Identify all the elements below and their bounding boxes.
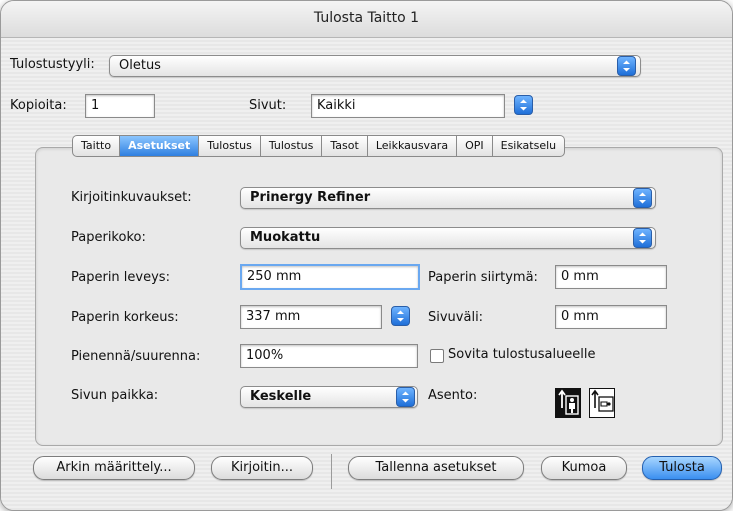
tab-output-2[interactable]: Tulostus bbox=[260, 135, 323, 157]
tab-output[interactable]: Tulostus bbox=[199, 135, 261, 157]
print-button[interactable]: Tulosta bbox=[642, 456, 722, 480]
chevron-updown-icon bbox=[633, 228, 652, 248]
paper-width-value: 250 mm bbox=[247, 269, 302, 284]
orientation-label: Asento: bbox=[428, 388, 478, 403]
paper-width-label: Paperin leveys: bbox=[71, 270, 170, 285]
chevron-updown-icon bbox=[396, 387, 415, 407]
page-gap-value: 0 mm bbox=[561, 309, 599, 324]
print-dialog: Tulosta Taitto 1 Tulostustyyli: Oletus K… bbox=[0, 0, 733, 511]
save-settings-button[interactable]: Tallenna asetukset bbox=[348, 456, 524, 480]
title-bar: Tulosta Taitto 1 bbox=[1, 1, 732, 38]
paper-height-value: 337 mm bbox=[246, 309, 301, 324]
paper-offset-field[interactable]: 0 mm bbox=[555, 265, 667, 289]
print-style-value: Oletus bbox=[119, 58, 161, 73]
fit-to-area-checkbox[interactable] bbox=[430, 349, 444, 363]
paper-offset-value: 0 mm bbox=[561, 269, 599, 284]
cancel-button[interactable]: Kumoa bbox=[541, 456, 627, 480]
print-style-popup[interactable]: Oletus bbox=[109, 55, 641, 77]
printer-button[interactable]: Kirjoitin... bbox=[211, 456, 313, 480]
tab-preview[interactable]: Esikatselu bbox=[492, 135, 566, 157]
tab-settings[interactable]: Asetukset bbox=[120, 135, 200, 157]
page-setup-button[interactable]: Arkin määrittely... bbox=[33, 456, 195, 480]
page-position-label: Sivun paikka: bbox=[71, 388, 159, 403]
chevron-updown-icon bbox=[617, 56, 636, 76]
portrait-orientation-icon[interactable] bbox=[555, 388, 581, 418]
paper-size-value: Muokattu bbox=[250, 230, 321, 245]
dialog-body: Tulostustyyli: Oletus Kopioita: 1 Sivut:… bbox=[1, 38, 732, 510]
printer-description-value: Prinergy Refiner bbox=[250, 190, 371, 205]
paper-width-field[interactable]: 250 mm bbox=[240, 264, 420, 290]
window-title: Tulosta Taitto 1 bbox=[313, 10, 420, 26]
scale-value: 100% bbox=[246, 348, 284, 363]
chevron-updown-icon bbox=[633, 188, 652, 208]
copies-label: Kopioita: bbox=[10, 98, 67, 113]
pages-value: Kaikki bbox=[317, 98, 356, 113]
scale-field[interactable]: 100% bbox=[240, 344, 418, 368]
paper-size-popup[interactable]: Muokattu bbox=[240, 227, 656, 249]
printer-description-label: Kirjoitinkuvaukset: bbox=[71, 190, 192, 205]
copies-value: 1 bbox=[91, 98, 100, 113]
printer-description-popup[interactable]: Prinergy Refiner bbox=[240, 187, 656, 209]
pages-field[interactable]: Kaikki bbox=[311, 94, 505, 118]
pages-chevron-updown-icon[interactable] bbox=[514, 95, 533, 115]
page-position-popup[interactable]: Keskelle bbox=[240, 386, 418, 408]
landscape-orientation-icon[interactable] bbox=[589, 388, 615, 418]
copies-field[interactable]: 1 bbox=[85, 94, 155, 118]
paper-height-chevron-updown-icon[interactable] bbox=[391, 306, 410, 326]
page-position-value: Keskelle bbox=[250, 389, 312, 404]
paper-offset-label: Paperin siirtymä: bbox=[428, 270, 538, 285]
tab-opi[interactable]: OPI bbox=[457, 135, 493, 157]
scale-label: Pienennä/suurenna: bbox=[71, 349, 201, 364]
tab-bleed[interactable]: Leikkausvara bbox=[367, 135, 458, 157]
print-style-label: Tulostustyyli: bbox=[10, 57, 95, 72]
paper-size-label: Paperikoko: bbox=[71, 230, 146, 245]
fit-to-area-label: Sovita tulostusalueelle bbox=[448, 347, 596, 362]
tab-layers[interactable]: Tasot bbox=[322, 135, 368, 157]
page-gap-label: Sivuväli: bbox=[428, 310, 484, 325]
button-divider bbox=[331, 454, 332, 489]
tab-layout[interactable]: Taitto bbox=[72, 135, 121, 157]
paper-height-field[interactable]: 337 mm bbox=[240, 305, 382, 329]
paper-height-label: Paperin korkeus: bbox=[71, 310, 179, 325]
page-gap-field[interactable]: 0 mm bbox=[555, 305, 667, 329]
tab-bar: Taitto Asetukset Tulostus Tulostus Tasot… bbox=[72, 135, 566, 157]
pages-label: Sivut: bbox=[249, 98, 287, 113]
